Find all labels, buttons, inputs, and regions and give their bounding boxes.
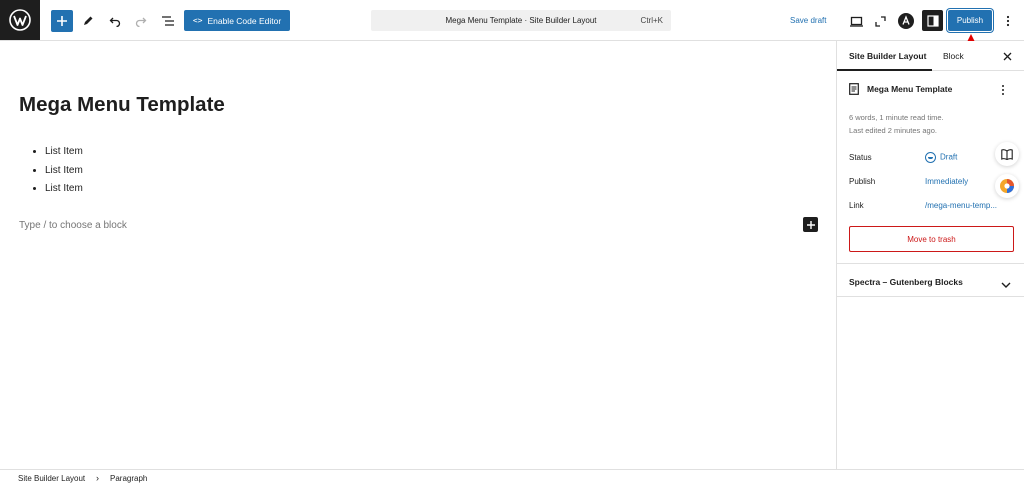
close-sidebar-button[interactable] [1001, 50, 1013, 62]
active-tab-indicator [837, 69, 932, 71]
word-count-text: 6 words, 1 minute read time. [849, 113, 944, 122]
fullscreen-button[interactable] [869, 10, 891, 32]
chevron-down-icon[interactable] [1001, 276, 1011, 294]
undo-button[interactable] [104, 10, 126, 32]
draft-status-icon [925, 152, 936, 163]
move-to-trash-button[interactable]: Move to trash [849, 226, 1014, 252]
plus-icon [57, 16, 67, 26]
document-title-label: Mega Menu Template · Site Builder Layout [445, 16, 597, 25]
color-palette-button[interactable] [995, 174, 1019, 198]
page-icon [849, 83, 859, 95]
undo-icon [109, 17, 121, 27]
tools-button[interactable] [77, 10, 99, 32]
link-label: Link [849, 201, 864, 210]
document-overview-button[interactable] [157, 10, 179, 32]
desktop-icon [849, 16, 863, 27]
status-value-button[interactable]: Draft [925, 152, 957, 163]
publish-date-button[interactable]: Immediately [925, 177, 968, 186]
panel-divider [837, 296, 1024, 297]
astra-settings-button[interactable] [895, 10, 917, 32]
tab-block[interactable]: Block [943, 41, 964, 71]
document-actions-button[interactable] [1001, 83, 1005, 101]
status-value: Draft [940, 152, 958, 162]
editor-canvas[interactable]: Mega Menu Template List Item List Item L… [0, 41, 836, 469]
save-draft-button[interactable]: Save draft [790, 16, 826, 25]
document-meta: 6 words, 1 minute read time. Last edited… [849, 111, 944, 137]
external-expand-icon [874, 15, 886, 27]
post-title[interactable]: Mega Menu Template [19, 93, 225, 117]
list-item[interactable]: List Item [45, 165, 83, 176]
document-title: Mega Menu Template [867, 84, 953, 94]
empty-block-placeholder[interactable]: Type / to choose a block [19, 220, 127, 231]
spectra-panel-toggle[interactable]: Spectra – Gutenberg Blocks [849, 277, 963, 287]
chevron-right-icon: › [96, 473, 99, 483]
sidebar-icon [926, 14, 939, 27]
tab-document[interactable]: Site Builder Layout [849, 41, 926, 71]
list-item[interactable]: List Item [45, 183, 83, 194]
preview-button[interactable] [845, 10, 867, 32]
redo-button[interactable] [130, 10, 152, 32]
pencil-icon [84, 16, 93, 25]
code-editor-label: Enable Code Editor [207, 15, 282, 26]
vertical-ellipsis-icon [1002, 85, 1004, 95]
publish-label: Publish [849, 177, 876, 186]
command-palette-bar[interactable]: Mega Menu Template · Site Builder Layout… [371, 10, 671, 31]
book-help-button[interactable] [995, 142, 1019, 166]
code-icon: <> [192, 16, 203, 25]
settings-sidebar: Site Builder Layout Block Mega Menu Temp… [836, 41, 1024, 469]
block-breadcrumb-bar: Site Builder Layout › Paragraph [0, 469, 1024, 486]
list-item[interactable]: List Item [45, 146, 83, 157]
vertical-ellipsis-icon [1006, 15, 1010, 27]
book-icon [1001, 148, 1013, 160]
status-label: Status [849, 153, 872, 162]
command-shortcut-hint: Ctrl+K [640, 16, 663, 25]
list-block[interactable]: List Item List Item List Item [45, 146, 83, 202]
publish-button[interactable]: Publish [947, 9, 993, 32]
redo-icon [135, 17, 147, 27]
editor-toolbar: <> Enable Code Editor Mega Menu Template… [0, 0, 1024, 41]
add-block-button[interactable] [51, 10, 73, 32]
last-edited-text: Last edited 2 minutes ago. [849, 126, 937, 135]
close-icon [1003, 52, 1011, 60]
block-inserter-button[interactable] [803, 217, 818, 232]
sidebar-tabs: Site Builder Layout Block [837, 41, 1024, 71]
list-view-icon [161, 16, 174, 26]
plus-icon [806, 220, 815, 229]
options-menu-button[interactable] [997, 10, 1019, 32]
settings-sidebar-toggle[interactable] [922, 10, 943, 31]
panel-divider [837, 263, 1024, 264]
wordpress-logo-icon[interactable] [0, 0, 40, 40]
enable-code-editor-button[interactable]: <> Enable Code Editor [184, 10, 290, 31]
astra-logo-icon [898, 13, 914, 29]
breadcrumb-paragraph[interactable]: Paragraph [110, 474, 147, 483]
document-summary: Mega Menu Template [849, 83, 952, 95]
palette-icon [1000, 179, 1014, 193]
breadcrumb-document[interactable]: Site Builder Layout [18, 474, 85, 483]
permalink-button[interactable]: /mega-menu-temp... [925, 201, 997, 210]
